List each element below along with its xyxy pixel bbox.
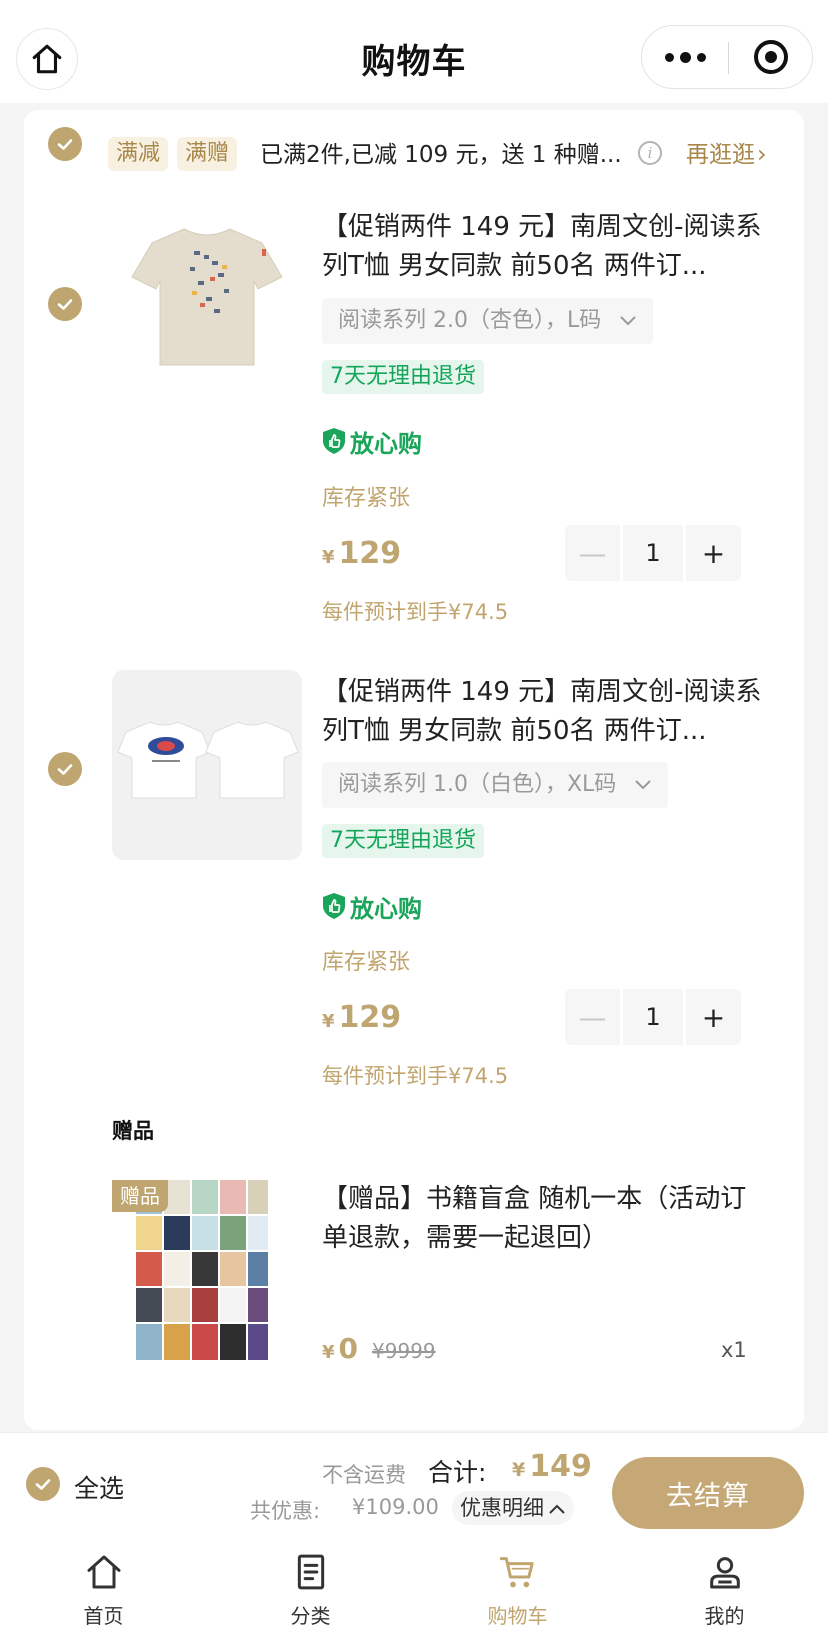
gift-heading: 赠品	[112, 1119, 154, 1143]
check-icon	[57, 764, 73, 775]
assure-badge: 放心购	[322, 890, 422, 923]
gift-quantity: x1	[721, 1338, 747, 1362]
return-policy-tag: 7天无理由退货	[322, 824, 484, 858]
gift-image-book-box[interactable]: 赠品	[112, 1180, 272, 1360]
tab-label: 购物车	[487, 1604, 548, 1628]
chevron-down-icon	[634, 762, 652, 808]
gift-price: ¥0 ¥9999	[322, 1332, 436, 1365]
discount-detail-label: 优惠明细	[460, 1496, 544, 1520]
currency-symbol: ¥	[512, 1459, 526, 1481]
shop-more-label: 再逛逛	[686, 142, 755, 168]
check-icon	[35, 1479, 51, 1490]
more-button[interactable]	[642, 26, 728, 88]
promo-tag-gift: 满赠	[177, 137, 238, 171]
shipping-note: 不含运费	[322, 1463, 406, 1487]
product-image-white-tshirts[interactable]	[112, 670, 302, 860]
estimated-price: 每件预计到手¥74.5	[322, 1064, 509, 1088]
product-title[interactable]: 【促销两件 149 元】南周文创-阅读系列T恤 男女同款 前50名 两件订...	[322, 673, 762, 751]
shop-more-link[interactable]: 再逛逛›	[686, 135, 767, 169]
category-icon	[297, 1554, 324, 1590]
checkout-button[interactable]: 去结算	[612, 1457, 804, 1529]
quantity-value[interactable]: 1	[623, 525, 683, 581]
close-button[interactable]	[729, 26, 813, 88]
assure-label: 放心购	[350, 894, 422, 923]
total-amount: ¥149	[512, 1449, 592, 1484]
tab-label: 分类	[290, 1604, 331, 1628]
product-title[interactable]: 【促销两件 149 元】南周文创-阅读系列T恤 男女同款 前50名 两件订...	[322, 208, 762, 286]
discount-label: 共优惠:	[250, 1499, 321, 1523]
spec-text: 阅读系列 2.0（杏色），L码	[338, 308, 602, 333]
decrease-button[interactable]: —	[565, 525, 621, 581]
cart-card: 满减 满赠 已满2件,已减 109 元，送 1 种赠... i 再逛逛› 【促销…	[24, 110, 804, 1430]
tab-label: 我的	[704, 1604, 745, 1628]
assure-label: 放心购	[350, 429, 422, 458]
promo-tag-reduce: 满减	[108, 137, 169, 171]
discount-detail-button[interactable]: 优惠明细	[452, 1491, 574, 1525]
cart-icon	[499, 1557, 534, 1588]
decrease-button[interactable]: —	[565, 989, 621, 1045]
promo-text: 已满2件,已减 109 元，送 1 种赠...	[260, 142, 622, 168]
price-value: 129	[338, 1000, 402, 1035]
info-icon[interactable]: i	[638, 141, 662, 165]
gift-badge: 赠品	[112, 1180, 168, 1212]
spec-text: 阅读系列 1.0（白色），XL码	[338, 772, 617, 797]
discount-amount: ¥109.00	[352, 1495, 439, 1519]
chevron-up-icon	[549, 1504, 565, 1514]
total-label: 合计:	[428, 1458, 487, 1487]
tab-cart[interactable]: 购物车	[414, 1536, 621, 1648]
chevron-down-icon	[619, 298, 637, 344]
currency-symbol: ¥	[322, 1342, 335, 1363]
chevron-right-icon: ›	[757, 140, 767, 168]
increase-button[interactable]: +	[685, 989, 742, 1045]
increase-button[interactable]: +	[685, 525, 742, 581]
gift-title[interactable]: 【赠品】书籍盲盒 随机一本（活动订单退款，需要一起退回）	[322, 1180, 762, 1258]
tab-home[interactable]: 首页	[0, 1536, 207, 1648]
item-check[interactable]	[48, 287, 82, 321]
home-icon	[87, 1555, 120, 1589]
select-all-label[interactable]: 全选	[74, 1469, 124, 1505]
item-price: ¥129	[322, 536, 401, 571]
nav-header: 购物车	[0, 0, 828, 103]
quantity-value[interactable]: 1	[623, 989, 683, 1045]
more-dots-icon	[664, 52, 674, 62]
return-policy-tag: 7天无理由退货	[322, 360, 484, 394]
assure-badge: 放心购	[322, 425, 422, 458]
estimated-price: 每件预计到手¥74.5	[322, 600, 509, 624]
tab-label: 首页	[83, 1604, 124, 1628]
select-all-check[interactable]	[26, 1467, 60, 1501]
total-value: 149	[529, 1449, 592, 1484]
stock-status: 库存紧张	[322, 486, 411, 511]
gift-original-price: ¥9999	[372, 1339, 436, 1363]
checkout-bar: 全选 不含运费 合计: ¥149 共优惠: ¥109.00 优惠明细 去结算	[0, 1432, 828, 1536]
item-price: ¥129	[322, 1000, 401, 1035]
target-close-icon	[754, 40, 788, 74]
quantity-stepper: — 1 +	[565, 525, 742, 581]
item-check[interactable]	[48, 752, 82, 786]
user-icon	[709, 1557, 740, 1589]
promo-check[interactable]	[48, 127, 82, 161]
mini-program-capsule	[641, 25, 813, 89]
stock-status: 库存紧张	[322, 950, 411, 975]
shield-thumb-icon	[323, 428, 345, 454]
spec-selector[interactable]: 阅读系列 1.0（白色），XL码	[322, 762, 669, 808]
price-value: 129	[338, 536, 402, 571]
currency-symbol: ¥	[322, 547, 335, 568]
spec-selector[interactable]: 阅读系列 2.0（杏色），L码	[322, 298, 654, 344]
quantity-stepper: — 1 +	[565, 989, 742, 1045]
tab-profile[interactable]: 我的	[621, 1536, 828, 1648]
currency-symbol: ¥	[322, 1011, 335, 1032]
product-image-beige-tshirt[interactable]	[112, 205, 302, 395]
check-icon	[57, 299, 73, 310]
check-icon	[57, 139, 73, 150]
tab-bar: 首页 分类 购物车 我的	[0, 1536, 828, 1648]
tab-category[interactable]: 分类	[207, 1536, 414, 1648]
shield-thumb-icon	[323, 893, 345, 919]
gift-price-value: 0	[338, 1332, 359, 1365]
